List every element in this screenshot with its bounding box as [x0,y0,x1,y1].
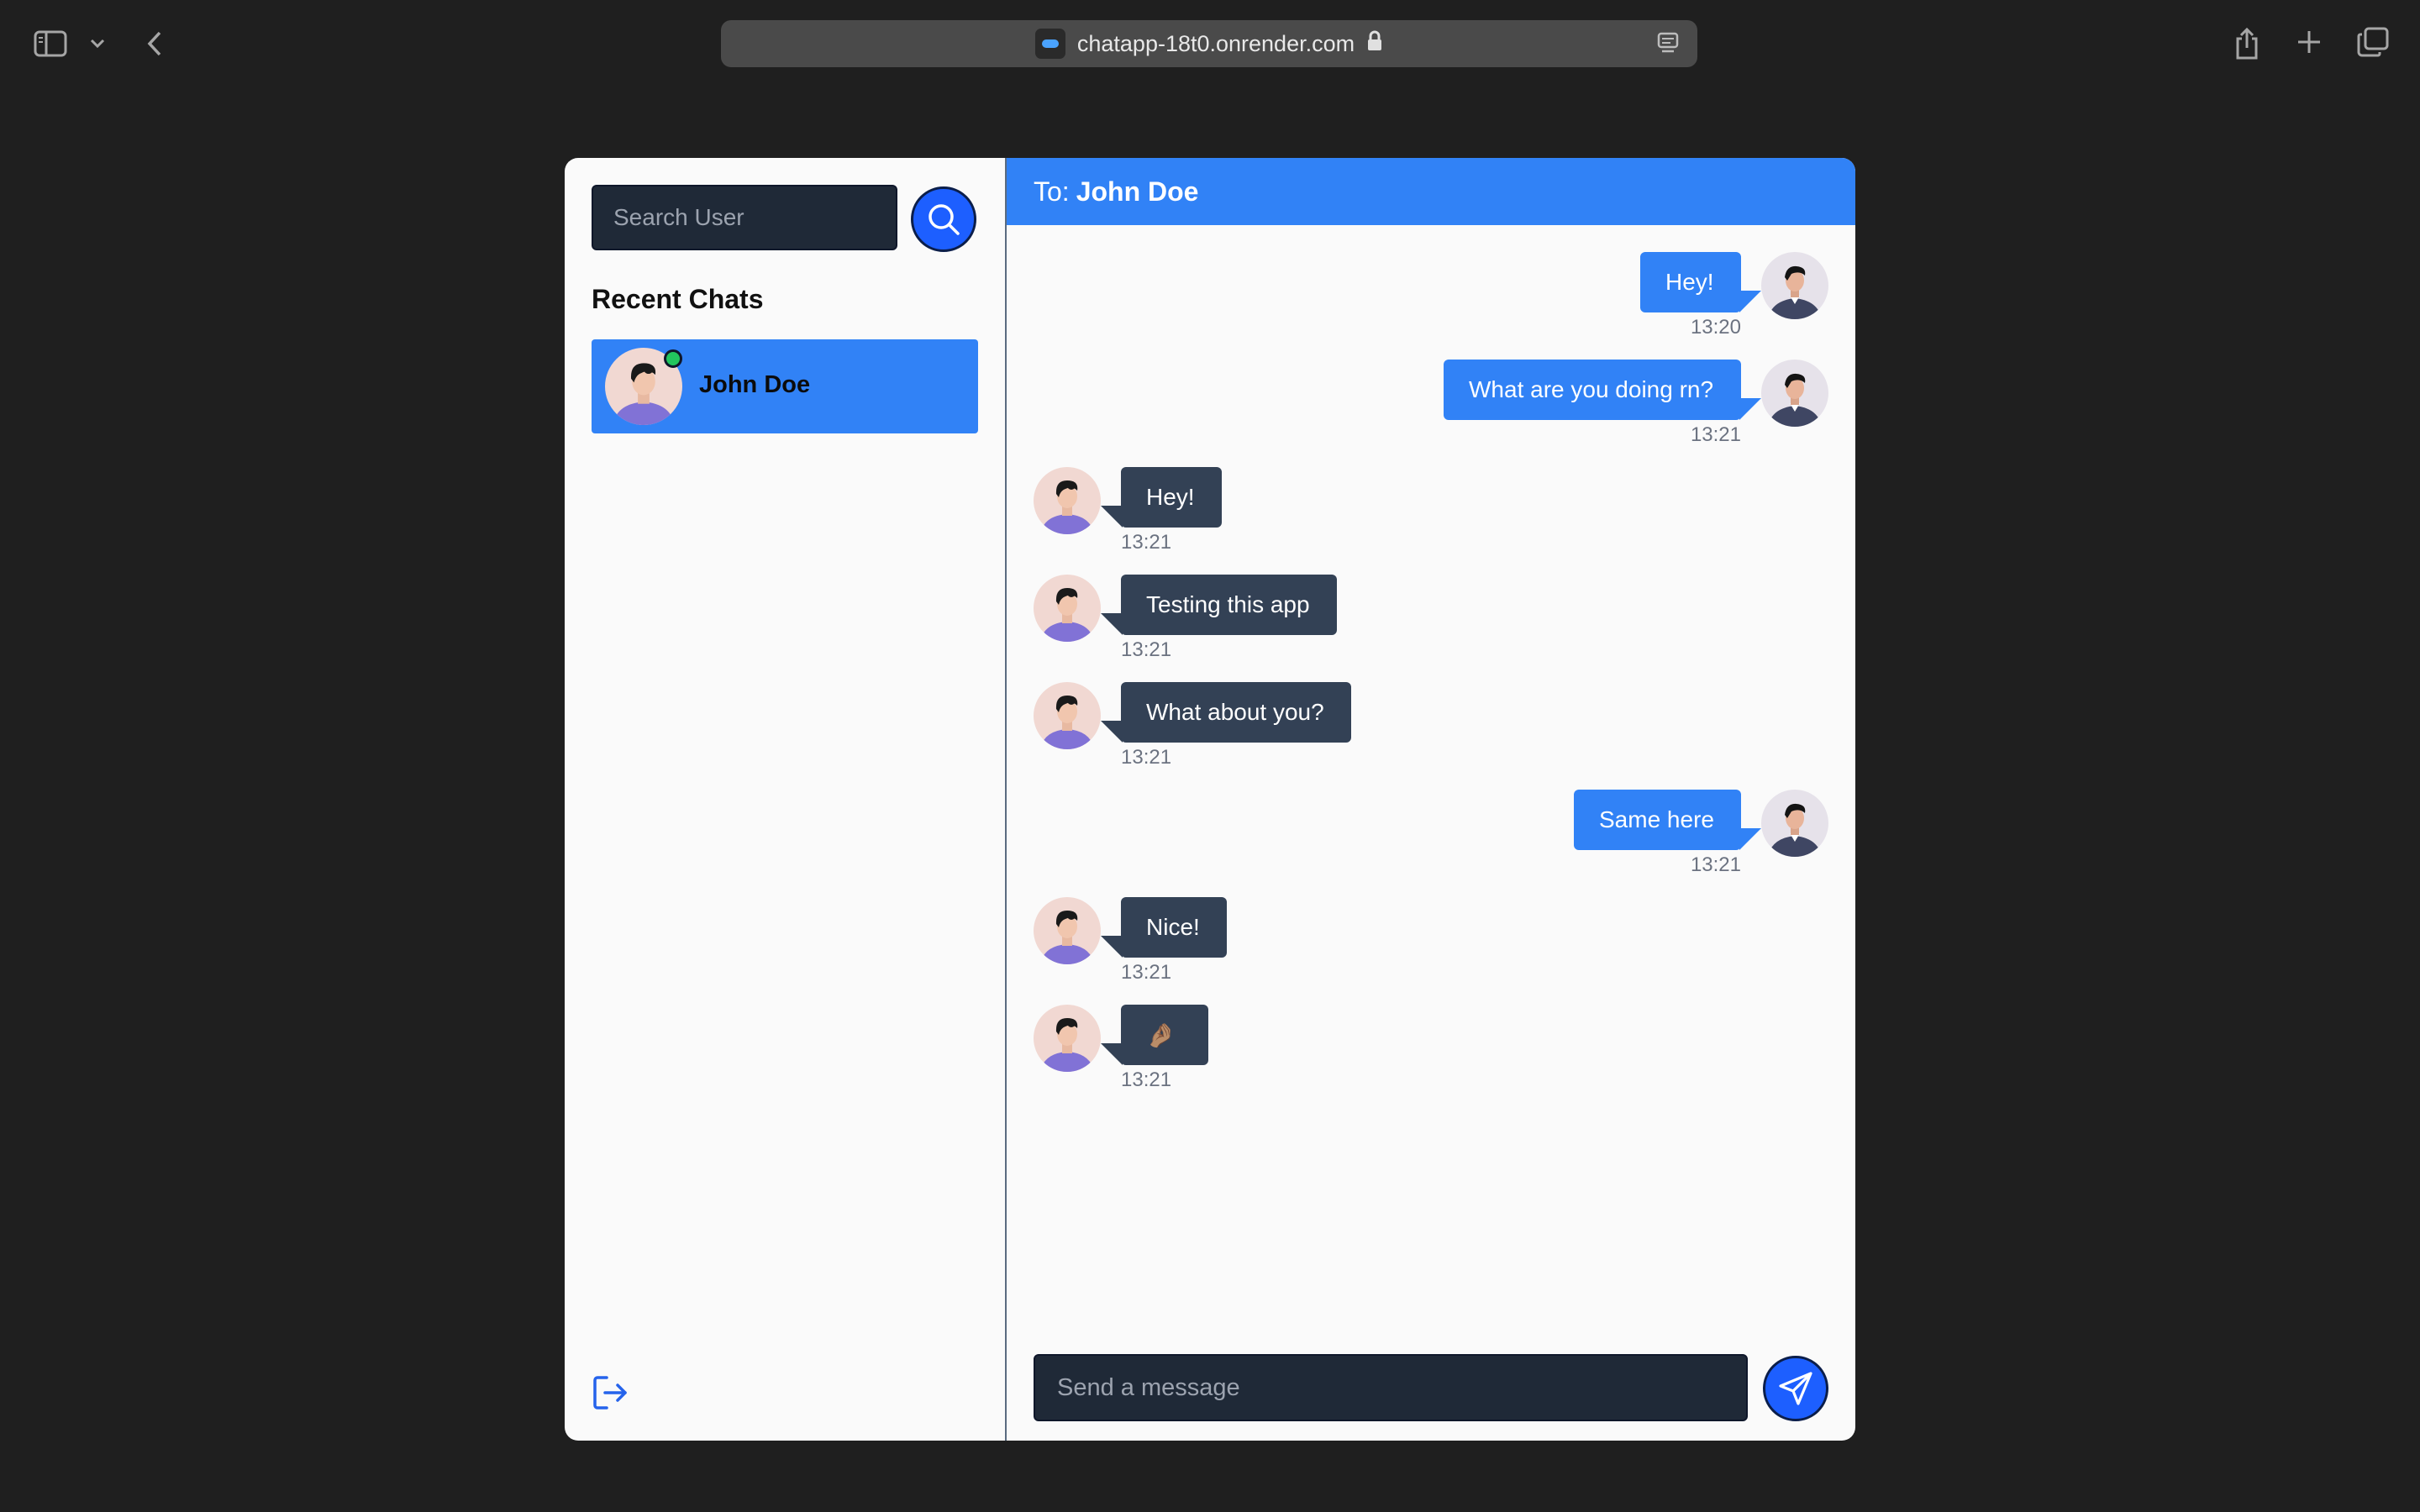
bubble-tail [1739,398,1761,420]
recent-chats-heading: Recent Chats [592,284,764,314]
message-timestamp: 13:20 [1690,316,1741,339]
browser-toolbar: chatapp-18t0.onrender.com [0,0,2420,87]
avatar [1761,252,1828,319]
url-text: chatapp-18t0.onrender.com [1076,30,1355,56]
incoming-message: Nice! 13:21 [1007,897,1855,991]
chevron-down-icon[interactable] [87,34,108,54]
outgoing-message: Same here 13:21 [1007,790,1855,884]
message-bubble: Hey! [1640,252,1741,312]
send-button[interactable] [1763,1356,1828,1421]
logout-icon [593,1376,627,1410]
avatar [1761,360,1828,427]
search-user-input[interactable] [592,185,897,250]
chat-list-item[interactable]: John Doe [592,339,978,433]
outgoing-message: What are you doing rn? 13:21 [1007,360,1855,454]
recipient-name: John Doe [1076,176,1199,207]
message-bubble: Nice! [1121,897,1227,958]
message-timestamp: 13:21 [1690,853,1741,876]
lock-icon [1366,30,1383,58]
address-bar[interactable]: chatapp-18t0.onrender.com [721,20,1697,67]
bubble-tail [1101,936,1123,958]
message-bubble: Same here [1574,790,1741,850]
new-tab-icon[interactable] [2294,27,2324,57]
incoming-message: 🤌🏽 13:21 [1007,1005,1855,1099]
message-timestamp: 13:21 [1690,423,1741,446]
message-bubble: 🤌🏽 [1121,1005,1208,1065]
tabs-overview-icon[interactable] [2354,25,2391,59]
reader-icon[interactable] [1655,30,1681,61]
chat-contact-name: John Doe [699,371,811,398]
logout-button[interactable] [592,1374,629,1411]
conversation-panel: To: John Doe Hey! 13:20 What are you doing… [1007,158,1855,1441]
avatar [1034,897,1101,964]
message-bubble: What are you doing rn? [1444,360,1741,420]
message-timestamp: 13:21 [1121,531,1172,554]
bubble-tail [1101,506,1123,528]
avatar [1034,467,1101,534]
message-bubble: Testing this app [1121,575,1337,635]
conversation-header: To: John Doe [1007,158,1855,225]
avatar [1034,1005,1101,1072]
bubble-tail [1101,1043,1123,1065]
incoming-message: Hey! 13:21 [1007,467,1855,561]
message-input[interactable] [1034,1354,1748,1421]
outgoing-message: Hey! 13:20 [1007,252,1855,346]
message-bubble: What about you? [1121,682,1351,743]
message-timestamp: 13:21 [1121,1068,1172,1091]
search-icon [929,204,960,235]
sidebar-toggle-icon[interactable] [32,27,69,60]
bubble-tail [1101,721,1123,743]
to-prefix: To: [1034,176,1070,207]
search-button[interactable] [911,186,976,252]
send-icon [1779,1372,1812,1405]
bubble-tail [1739,291,1761,312]
favicon [1034,29,1065,59]
bubble-tail [1739,828,1761,850]
incoming-message: What about you? 13:21 [1007,682,1855,776]
sidebar: Recent Chats John Doe [565,158,1007,1441]
chat-app-window: Recent Chats John Doe To: John Doe Hey! 1… [565,158,1855,1441]
back-icon[interactable] [141,27,168,60]
message-timestamp: 13:21 [1121,961,1172,984]
bubble-tail [1101,613,1123,635]
message-timestamp: 13:21 [1121,746,1172,769]
avatar [1034,575,1101,642]
avatar [1761,790,1828,857]
share-icon[interactable] [2232,25,2262,62]
message-timestamp: 13:21 [1121,638,1172,661]
avatar [1034,682,1101,749]
online-status-dot [664,349,682,368]
incoming-message: Testing this app 13:21 [1007,575,1855,669]
message-bubble: Hey! [1121,467,1222,528]
